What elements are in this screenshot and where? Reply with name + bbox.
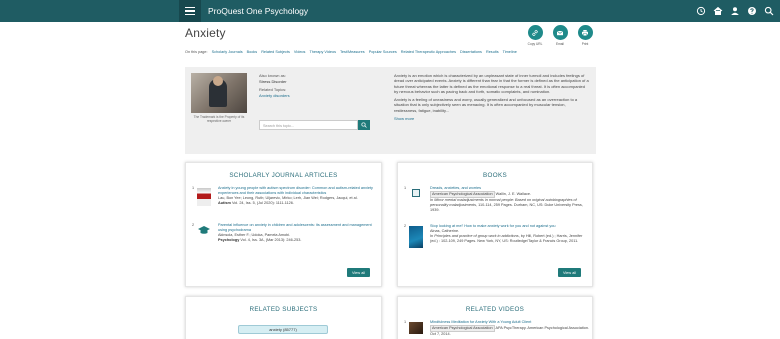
- jump-link[interactable]: Therapy Videos: [309, 50, 336, 54]
- page-title: Anxiety: [185, 26, 226, 40]
- jump-link[interactable]: Related Therapeutic Approaches: [401, 50, 456, 54]
- on-this-page-label: On this page:: [185, 50, 208, 54]
- journals-title: SCHOLARLY JOURNAL ARTICLES: [229, 172, 338, 179]
- related-subjects-card: RELATED SUBJECTS anxiety (85777): [185, 296, 382, 339]
- jump-link[interactable]: Books: [247, 50, 258, 54]
- journals-card: SCHOLARLY JOURNAL ARTICLES 1 Anxiety in …: [185, 162, 382, 287]
- jump-link[interactable]: Dissertations: [460, 50, 482, 54]
- topic-description: Anxiety is an emotion which is character…: [394, 73, 590, 121]
- item-number: 2: [404, 224, 407, 228]
- journals-view-all-button[interactable]: View all: [346, 268, 370, 277]
- related-videos-card: RELATED VIDEOS 1 Mindfulness Meditation …: [397, 296, 593, 339]
- publisher-tag: American Psychological Association: [430, 325, 495, 332]
- copy-url-button[interactable]: Copy URL: [526, 25, 544, 46]
- also-known-as-value: Stress Disorder: [259, 78, 287, 84]
- app-title[interactable]: ProQuest One Psychology: [208, 6, 308, 16]
- image-caption: The Trademark is the Property of its res…: [193, 115, 245, 124]
- item-number: 2: [192, 223, 195, 227]
- book-icon: [409, 188, 423, 198]
- topic-meta: Also known as: Stress Disorder Related T…: [259, 73, 379, 98]
- article-source: Psychology: [218, 238, 240, 242]
- books-view-all-button[interactable]: View all: [557, 268, 581, 277]
- jump-link[interactable]: Timeline: [503, 50, 517, 54]
- topic-image: [191, 73, 247, 113]
- page-actions: Copy URL Email Print: [526, 25, 594, 46]
- menu-icon[interactable]: [179, 0, 201, 22]
- description-paragraph: Anxiety is an emotion which is character…: [394, 73, 589, 94]
- print-label: Print: [581, 41, 589, 46]
- related-videos-title: RELATED VIDEOS: [465, 306, 525, 313]
- description-paragraph: Anxiety is a feeling of uneasiness and w…: [394, 97, 578, 113]
- email-button[interactable]: Email: [551, 25, 569, 46]
- article-source: Autism: [218, 201, 231, 205]
- jump-link[interactable]: Popular Sources: [369, 50, 397, 54]
- subject-pill[interactable]: anxiety (85777): [238, 325, 328, 334]
- link-icon: [527, 25, 543, 40]
- top-navigation-bar: ProQuest One Psychology: [0, 0, 780, 22]
- item-number: 1: [404, 320, 407, 324]
- on-this-page-nav: On this page: Scholarly Journals Books Rela…: [185, 50, 595, 56]
- journal-cover-thumbnail: [197, 188, 211, 206]
- history-icon[interactable]: [696, 6, 706, 16]
- help-icon[interactable]: [747, 6, 757, 16]
- article-title-link[interactable]: Parental influence on anxiety in childre…: [218, 223, 378, 233]
- book-cover-thumbnail: [409, 226, 423, 248]
- publisher-tag: American Psychological Association: [430, 191, 495, 198]
- email-label: Email: [556, 41, 564, 46]
- article-details: Vol. 24, Iss. 5, (Jul 2020): 1111-1126.: [231, 201, 294, 205]
- related-topic-link[interactable]: Anxiety disorders: [259, 93, 379, 99]
- search-icon: [361, 122, 367, 128]
- item-number: 1: [404, 186, 407, 190]
- jump-link[interactable]: Scholarly Journals: [212, 50, 243, 54]
- book-in-label: In: [430, 198, 434, 202]
- print-icon: [577, 25, 593, 40]
- article-title-link[interactable]: Anxiety in young people with autism spec…: [218, 186, 378, 196]
- home-icon[interactable]: [713, 6, 723, 16]
- user-icon[interactable]: [730, 6, 740, 16]
- topic-overview: The Trademark is the Property of its res…: [185, 67, 596, 154]
- books-title: BOOKS: [483, 172, 507, 179]
- jump-link[interactable]: Related Subjects: [261, 50, 290, 54]
- show-more-link[interactable]: Show more: [394, 116, 590, 121]
- item-number: 1: [192, 186, 195, 190]
- jump-link[interactable]: Results: [486, 50, 499, 54]
- book-in-label: In: [430, 234, 434, 238]
- jump-link[interactable]: Test/Measures: [340, 50, 365, 54]
- topic-search-button[interactable]: [358, 120, 370, 130]
- jump-link[interactable]: Videos: [294, 50, 306, 54]
- books-card: BOOKS 1 Dreads, anxieties, and worries A…: [397, 162, 593, 287]
- video-thumbnail[interactable]: [409, 322, 423, 334]
- topic-search: Search this topic...: [259, 120, 370, 130]
- search-icon[interactable]: [764, 6, 774, 16]
- copy-url-label: Copy URL: [527, 41, 543, 46]
- book-author: Wallin, J. E. Wallace.: [495, 192, 532, 196]
- related-subjects-title: RELATED SUBJECTS: [249, 306, 318, 313]
- article-details: Vol. 4, Iss. 3A, (Mar 2013): 246-253.: [240, 238, 302, 242]
- topic-search-input[interactable]: Search this topic...: [259, 120, 358, 130]
- journal-icon: [197, 225, 211, 235]
- top-icons: [696, 0, 774, 22]
- print-button[interactable]: Print: [576, 25, 594, 46]
- email-icon: [552, 25, 568, 40]
- book-title: Principles and practice of group work in…: [434, 234, 519, 238]
